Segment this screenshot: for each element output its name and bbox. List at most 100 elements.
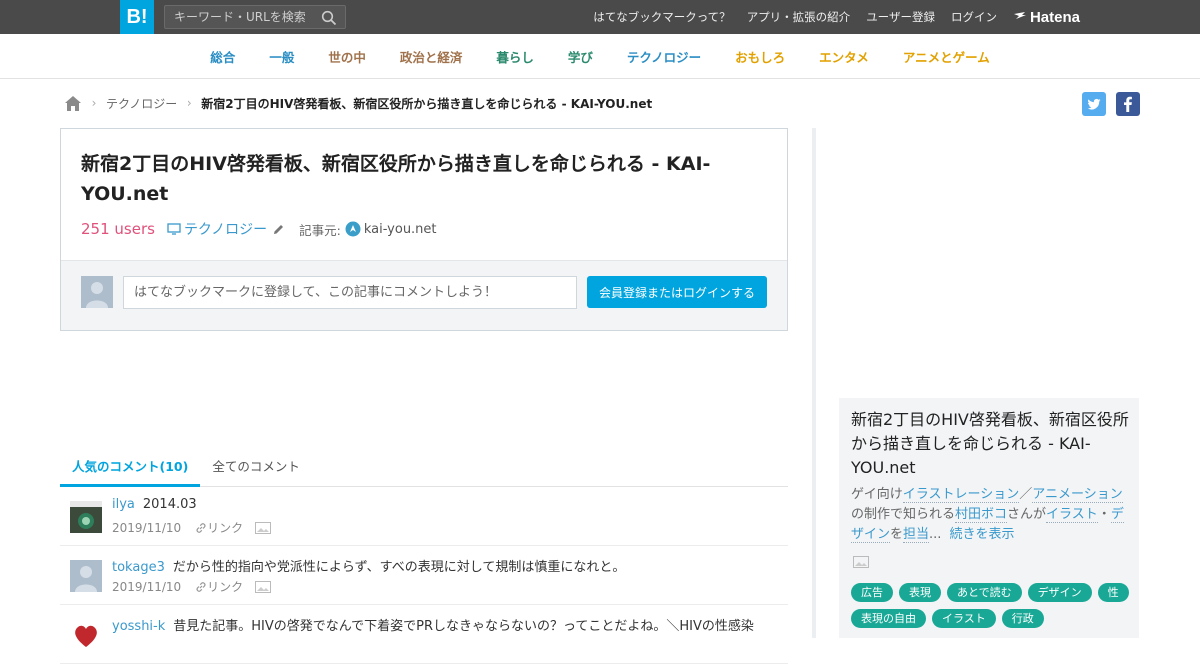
entry-category-link[interactable]: テクノロジー (167, 219, 267, 239)
category-knowledge[interactable]: 学び (568, 47, 593, 66)
category-general[interactable]: 一般 (269, 47, 294, 66)
site-favicon-icon (345, 221, 361, 237)
comment-username[interactable]: tokage3 (112, 560, 165, 574)
tab-all-comments[interactable]: 全てのコメント (200, 452, 312, 487)
tag[interactable]: イラスト (932, 609, 996, 628)
tag[interactable]: デザイン (1027, 583, 1092, 602)
comment-text: だから性的指向や党派性によらず、すべの表現に対して規制は慎重になれと。 (172, 560, 626, 574)
breadcrumb-title: 新宿2丁目のHIV啓発看板、新宿区役所から描き直しを命じられる - KAI-YO… (201, 96, 653, 111)
monitor-icon (167, 223, 181, 235)
tag[interactable]: 性 (1097, 583, 1129, 602)
category-game[interactable]: アニメとゲーム (903, 47, 990, 66)
comment-text: 2014.03 (142, 497, 197, 512)
category-general-all[interactable]: 総合 (210, 47, 235, 66)
keyword-link[interactable]: アニメーション (1032, 487, 1123, 503)
list-item: tokage3 だから性的指向や党派性によらず、すべの表現に対して規制は慎重になれ… (60, 546, 788, 605)
facebook-share-button[interactable] (1116, 92, 1140, 116)
link-icon (196, 522, 206, 533)
source-label: 記事元: (299, 222, 341, 238)
tag[interactable]: 表現 (899, 583, 941, 602)
desc-text: を (890, 527, 904, 542)
list-item: ilya 2014.03 2019/11/10 リンク (60, 487, 788, 546)
entry-summary-panel: 新宿2丁目のHIV啓発看板、新宿区役所から描き直しを命じられる - KAI-YO… (839, 398, 1139, 638)
comment-form: 会員登録またはログインする (61, 260, 787, 330)
category-nav: 総合 一般 世の中 政治と経済 暮らし 学び テクノロジー おもしろ エンタメ … (0, 34, 1200, 79)
comment-link[interactable]: リンク (195, 519, 243, 536)
category-entertainment[interactable]: エンタメ (819, 47, 869, 66)
keyword-link[interactable]: 村田ボコ (955, 507, 1008, 523)
avatar[interactable] (70, 560, 102, 592)
signup-login-button[interactable]: 会員登録またはログインする (587, 276, 767, 308)
comment-username[interactable]: yosshi-k (112, 619, 165, 633)
summary-description: ゲイ向けイラストレーション／アニメーションの制作で知られる村田ボコさんがイラスト… (851, 485, 1135, 545)
comment-tabs: 人気のコメント(10) 全てのコメント (60, 452, 788, 487)
twitter-share-button[interactable] (1082, 92, 1106, 116)
keyword-link[interactable]: イラストレーション (902, 487, 1020, 503)
search-box (164, 5, 346, 29)
about-link[interactable]: はてなブックマークって？ (593, 9, 730, 25)
comment-username[interactable]: ilya (112, 497, 135, 512)
chevron-right-icon: › (186, 96, 192, 110)
desc-text: ・ (1097, 507, 1111, 522)
top-bar: B! はてなブックマークって？ アプリ・拡張の紹介 ユーザー登録 ログイン Ha… (0, 0, 1200, 34)
image-icon[interactable] (255, 580, 272, 593)
search-input[interactable] (165, 6, 315, 28)
comment-input[interactable] (123, 276, 577, 309)
avatar[interactable] (70, 501, 102, 533)
desc-text: の制作で知られる (851, 507, 956, 522)
tag-list: 広告 表現 あとで読む デザイン 性 表現の自由 イラスト 行政 (851, 583, 1137, 635)
tag[interactable]: 行政 (1001, 609, 1044, 628)
image-icon[interactable] (853, 556, 869, 568)
source-link[interactable]: kai-you.net (345, 221, 437, 237)
keyword-link[interactable]: イラスト (1046, 507, 1098, 523)
home-icon[interactable] (64, 95, 82, 112)
login-link[interactable]: ログイン (951, 9, 997, 25)
source-domain: kai-you.net (363, 221, 437, 237)
comment-date[interactable]: 2019/11/10 (112, 521, 181, 535)
category-economics[interactable]: 政治と経済 (400, 47, 463, 66)
heart-avatar-icon (70, 619, 102, 651)
apps-link[interactable]: アプリ・拡張の紹介 (747, 9, 851, 25)
summary-title[interactable]: 新宿2丁目のHIV啓発看板、新宿区役所から描き直しを命じられる - KAI-YO… (851, 408, 1131, 480)
category-life[interactable]: 暮らし (496, 47, 534, 66)
tag[interactable]: 表現の自由 (851, 609, 926, 628)
comment-line: ilya 2014.03 (112, 497, 762, 515)
desc-text: さんが (1007, 507, 1047, 522)
comment-text: 昔見た記事。HIVの啓発でなんで下着姿でPRしなきゃならないの？ってことだよね。… (173, 619, 754, 633)
entry-box: 新宿2丁目のHIV啓発看板、新宿区役所から描き直しを命じられる - KAI-YO… (60, 128, 788, 331)
avatar[interactable] (70, 619, 102, 651)
comment-date[interactable]: 2019/11/10 (112, 580, 181, 594)
entry-category-label: テクノロジー (183, 222, 268, 238)
signup-link[interactable]: ユーザー登録 (866, 9, 935, 25)
bookmark-users-count[interactable]: 251 users (81, 220, 155, 238)
facebook-icon (1124, 96, 1132, 112)
user-silhouette-icon (70, 560, 102, 592)
comment-list: ilya 2014.03 2019/11/10 リンク tokage3 だから性… (60, 487, 788, 664)
show-more-link[interactable]: 続きを表示 (949, 527, 1014, 542)
hatena-logo[interactable]: Hatena (1013, 9, 1080, 26)
twitter-icon (1087, 98, 1101, 110)
comment-meta: 2019/11/10 リンク (112, 578, 272, 595)
column-divider (812, 128, 816, 638)
desc-text: ／ (1019, 487, 1033, 502)
keyword-link[interactable]: 担当 (903, 527, 930, 543)
header-links: はてなブックマークって？ アプリ・拡張の紹介 ユーザー登録 ログイン Haten… (577, 0, 1080, 34)
tag[interactable]: あとで読む (947, 583, 1022, 602)
user-silhouette-icon (86, 282, 108, 308)
tab-popular-comments[interactable]: 人気のコメント(10) (60, 452, 201, 487)
pencil-icon[interactable] (272, 223, 285, 236)
entry-title[interactable]: 新宿2丁目のHIV啓発看板、新宿区役所から描き直しを命じられる - KAI-YO… (81, 149, 761, 209)
tag[interactable]: 広告 (851, 583, 893, 602)
category-social[interactable]: 世の中 (328, 47, 366, 66)
link-icon (196, 581, 206, 592)
search-icon[interactable] (321, 10, 337, 26)
category-it[interactable]: テクノロジー (627, 47, 701, 66)
category-fun[interactable]: おもしろ (735, 47, 785, 66)
hatena-bookmark-logo[interactable]: B! (120, 0, 154, 34)
breadcrumb: › テクノロジー › 新宿2丁目のHIV啓発看板、新宿区役所から描き直しを命じら… (64, 93, 652, 113)
breadcrumb-category[interactable]: テクノロジー (106, 95, 177, 112)
comment-link[interactable]: リンク (195, 578, 243, 595)
image-icon[interactable] (255, 521, 272, 534)
hatena-brand: Hatena (1029, 8, 1080, 26)
hatena-wing-icon (1013, 12, 1026, 19)
